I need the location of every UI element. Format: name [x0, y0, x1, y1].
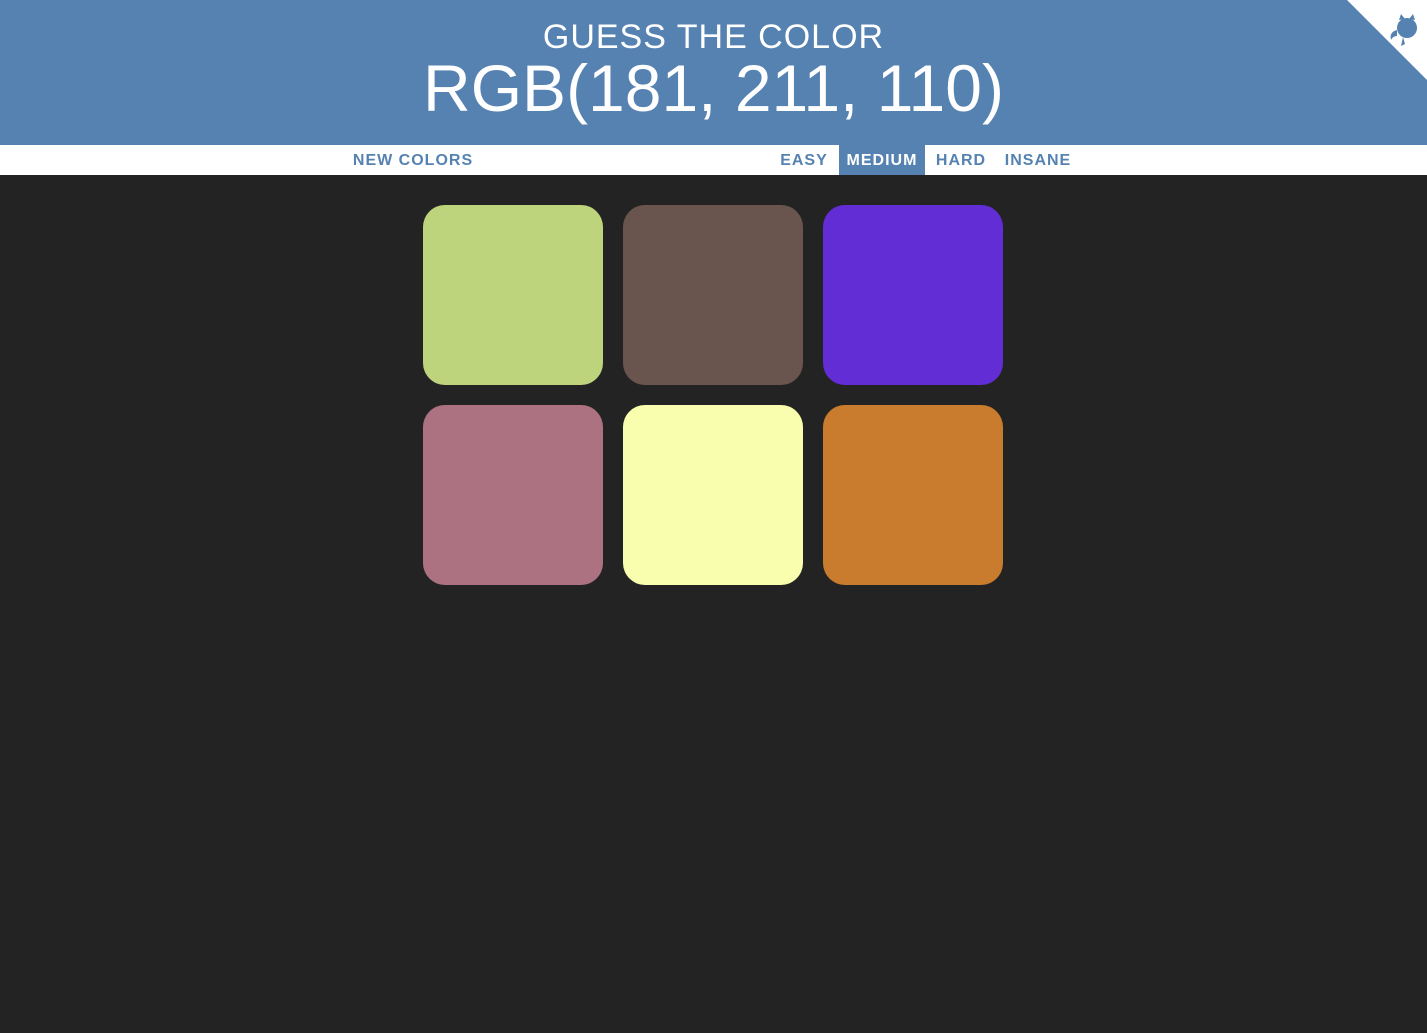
target-rgb-display: RGB(181, 211, 110) [423, 51, 1004, 125]
control-stripe: NEW COLORS EASY MEDIUM HARD INSANE [0, 145, 1427, 175]
header: GUESS THE COLOR RGB(181, 211, 110) [0, 0, 1427, 145]
color-square[interactable] [623, 205, 803, 385]
color-square[interactable] [423, 405, 603, 585]
color-square[interactable] [623, 405, 803, 585]
new-colors-button[interactable]: NEW COLORS [346, 145, 480, 175]
github-octocat-icon[interactable] [1347, 0, 1427, 80]
mode-hard-button[interactable]: HARD [930, 145, 992, 175]
color-square[interactable] [823, 405, 1003, 585]
color-square[interactable] [823, 205, 1003, 385]
color-square[interactable] [423, 205, 603, 385]
mode-insane-button[interactable]: INSANE [998, 145, 1078, 175]
mode-medium-button[interactable]: MEDIUM [839, 145, 925, 175]
mode-easy-button[interactable]: EASY [774, 145, 834, 175]
